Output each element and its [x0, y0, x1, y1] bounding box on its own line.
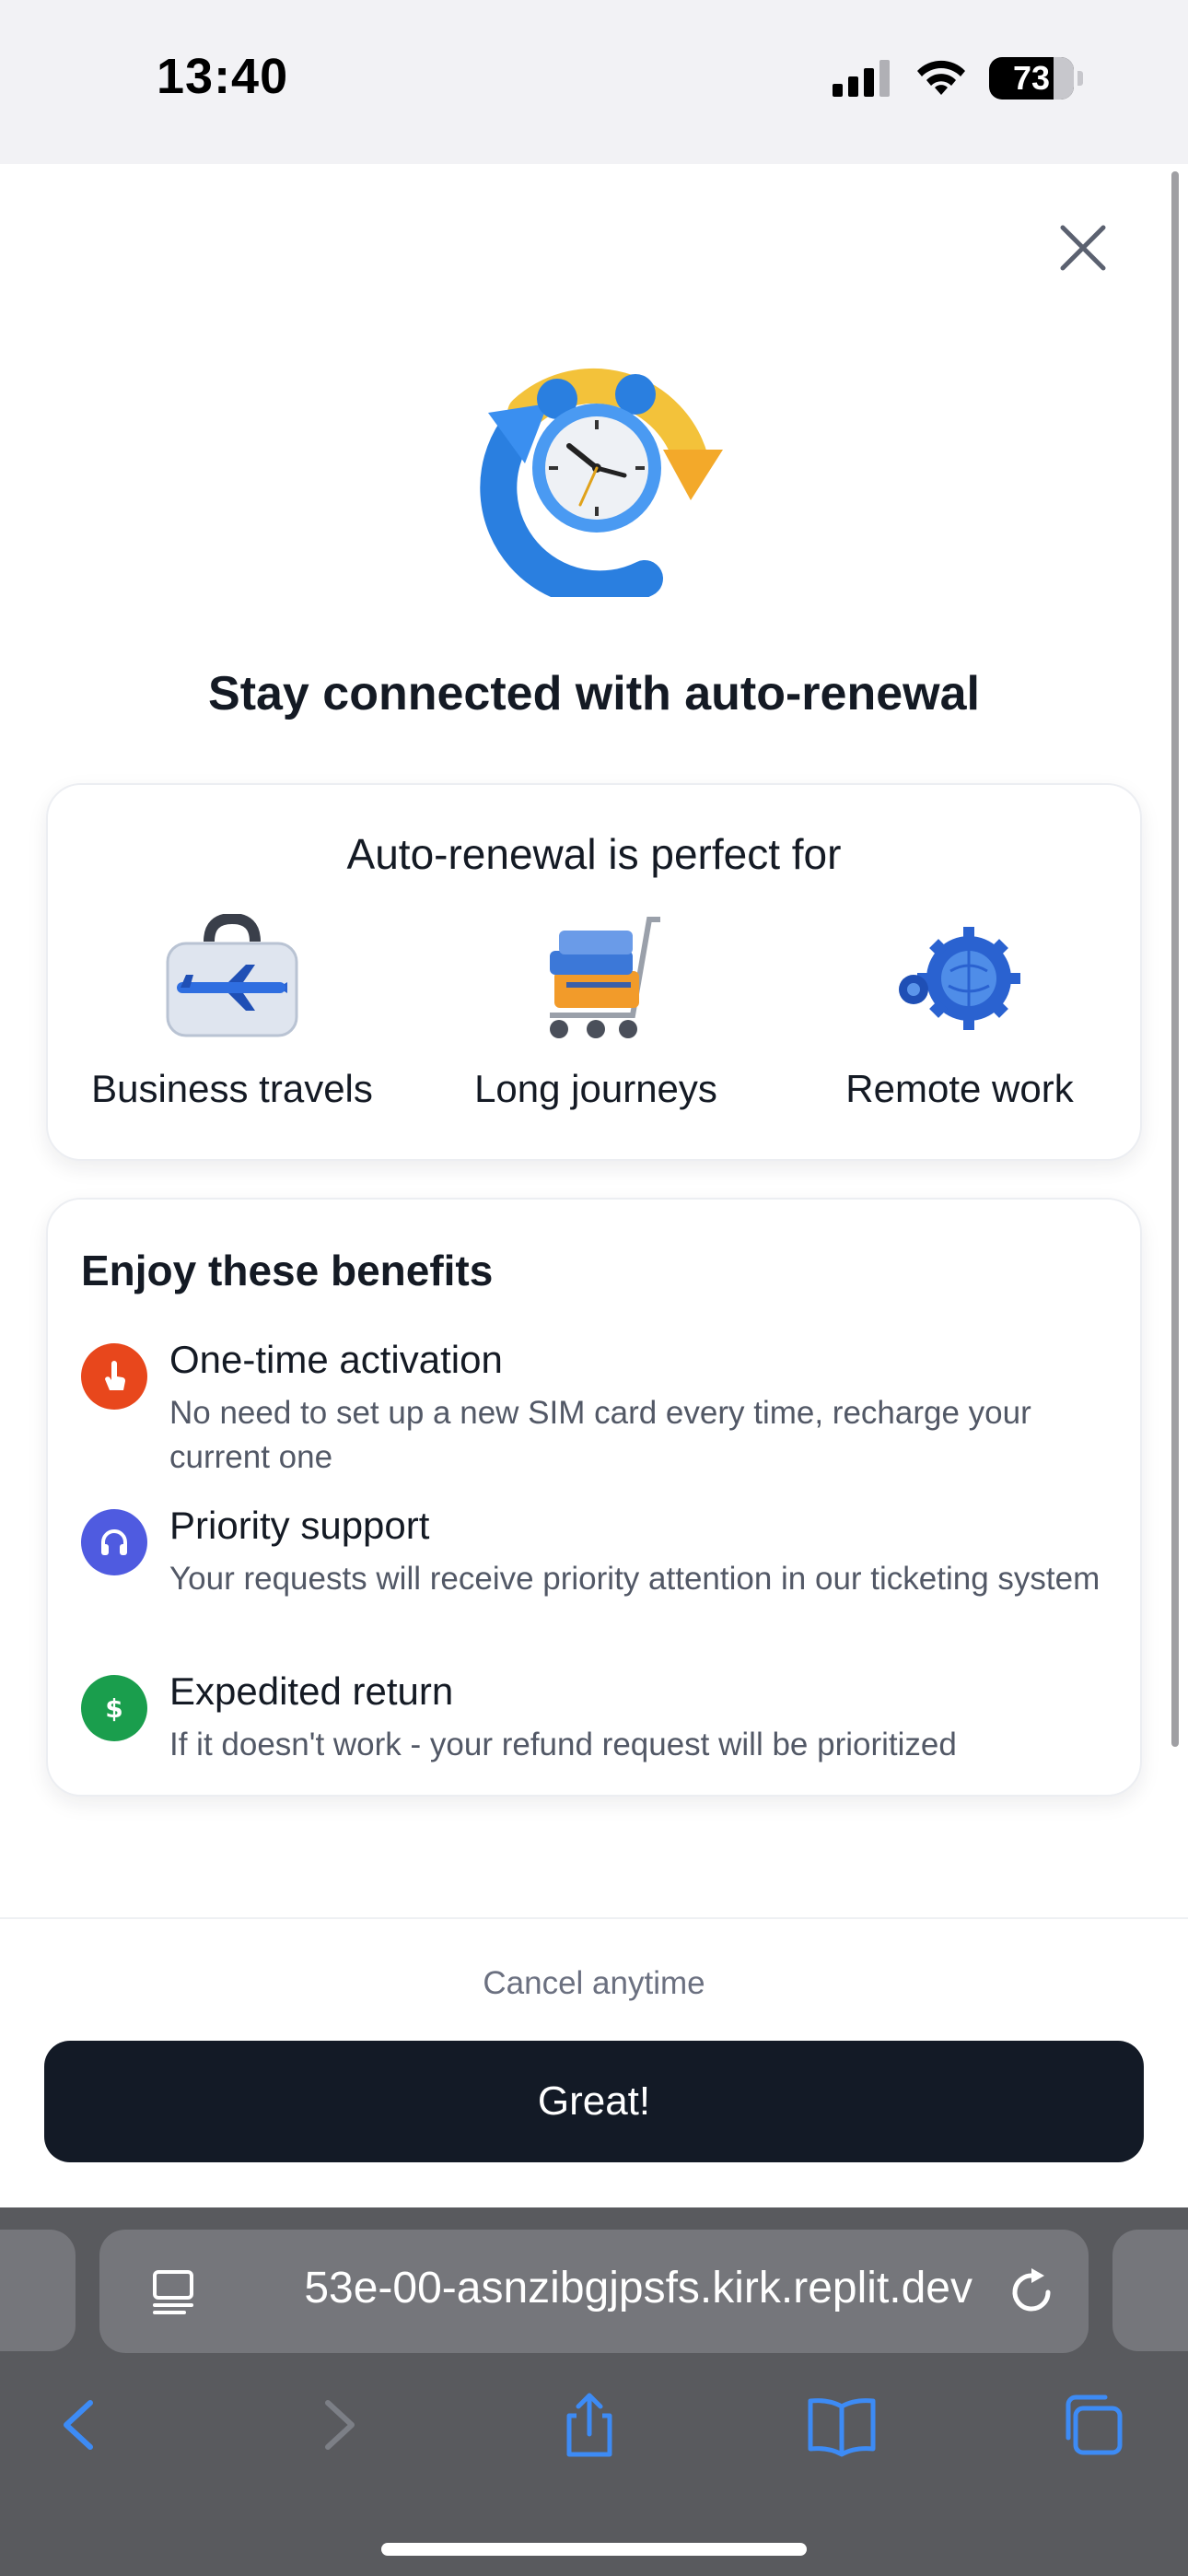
- cancel-anytime-note: Cancel anytime: [483, 1965, 705, 2001]
- use-case-long-journeys: Long journeys: [412, 914, 780, 1111]
- url-value: 53e-00-asnzibgjpsfs.kirk.replit.dev: [304, 2264, 973, 2313]
- sheet-title: Stay connected with auto-renewal: [208, 667, 980, 720]
- benefit-title: Priority support: [169, 1504, 430, 1547]
- use-case-remote-work: Remote work: [775, 914, 1144, 1111]
- great-button[interactable]: Great!: [44, 2041, 1144, 2162]
- scroll-indicator[interactable]: [1171, 171, 1179, 1747]
- use-case-business-travels: Business travels: [48, 914, 416, 1111]
- url-text[interactable]: 53e-00-asnzibgjpsfs.kirk.replit.dev: [245, 2263, 973, 2318]
- briefcase-plane-icon: [166, 914, 298, 1037]
- forward-icon[interactable]: [300, 2388, 374, 2462]
- use-case-label: Long journeys: [474, 1067, 717, 1110]
- battery-icon: 73: [989, 57, 1074, 100]
- touch-icon: [81, 1343, 147, 1410]
- use-case-label: Business travels: [91, 1067, 373, 1110]
- benefit-description: Your requests will receive priority atte…: [169, 1561, 1101, 1597]
- svg-text:$: $: [105, 1693, 122, 1724]
- footer-divider: [0, 1917, 1188, 1919]
- use-cases-title: Auto-renewal is perfect for: [346, 830, 842, 878]
- close-button[interactable]: [1050, 215, 1116, 281]
- benefit-description: If it doesn't work - your refund request…: [169, 1727, 957, 1762]
- reload-icon[interactable]: [1002, 2263, 1061, 2322]
- address-bar[interactable]: 53e-00-asnzibgjpsfs.kirk.replit.dev: [99, 2230, 1089, 2353]
- previous-tab[interactable]: [0, 2230, 76, 2351]
- status-bar: 13:40 73: [0, 0, 1188, 164]
- benefit-title: Expedited return: [169, 1669, 454, 1713]
- dollar-icon: $: [81, 1675, 147, 1741]
- page-settings-icon[interactable]: [146, 2263, 201, 2318]
- tabs-icon[interactable]: [1057, 2388, 1131, 2462]
- benefits-title: Enjoy these benefits: [81, 1247, 494, 1294]
- screen: 13:40 73 Stay connected with auto-renewa…: [0, 0, 1188, 2576]
- browser-chrome: 53e-00-asnzibgjpsfs.kirk.replit.dev: [0, 2207, 1188, 2576]
- globe-gear-icon: [899, 927, 1020, 1030]
- bookmarks-icon[interactable]: [805, 2388, 879, 2462]
- status-icons: 73: [833, 57, 1083, 100]
- battery-percent: 73: [1012, 59, 1051, 97]
- back-icon[interactable]: [44, 2388, 118, 2462]
- benefit-description: No need to set up a new SIM card every t…: [169, 1395, 1031, 1475]
- use-case-label: Remote work: [845, 1067, 1074, 1110]
- close-icon: [1060, 225, 1106, 271]
- home-indicator[interactable]: [381, 2543, 807, 2556]
- wifi-icon: [917, 60, 965, 95]
- luggage-cart-icon: [550, 917, 660, 1038]
- headphones-icon: [81, 1509, 147, 1575]
- battery-tip: [1077, 71, 1083, 86]
- next-tab[interactable]: [1112, 2230, 1188, 2351]
- auto-renewal-sheet: Stay connected with auto-renewal Auto-re…: [0, 164, 1188, 2207]
- use-cases-card: Auto-renewal is perfect for Business tra…: [46, 783, 1142, 1161]
- benefit-title: One-time activation: [169, 1338, 503, 1381]
- cellular-signal-icon: [833, 60, 890, 97]
- auto-renew-alarm-clock-icon: [480, 369, 723, 597]
- status-time: 13:40: [157, 49, 289, 104]
- benefits-card: Enjoy these benefits One-time activation…: [46, 1198, 1142, 1797]
- share-icon[interactable]: [553, 2388, 626, 2462]
